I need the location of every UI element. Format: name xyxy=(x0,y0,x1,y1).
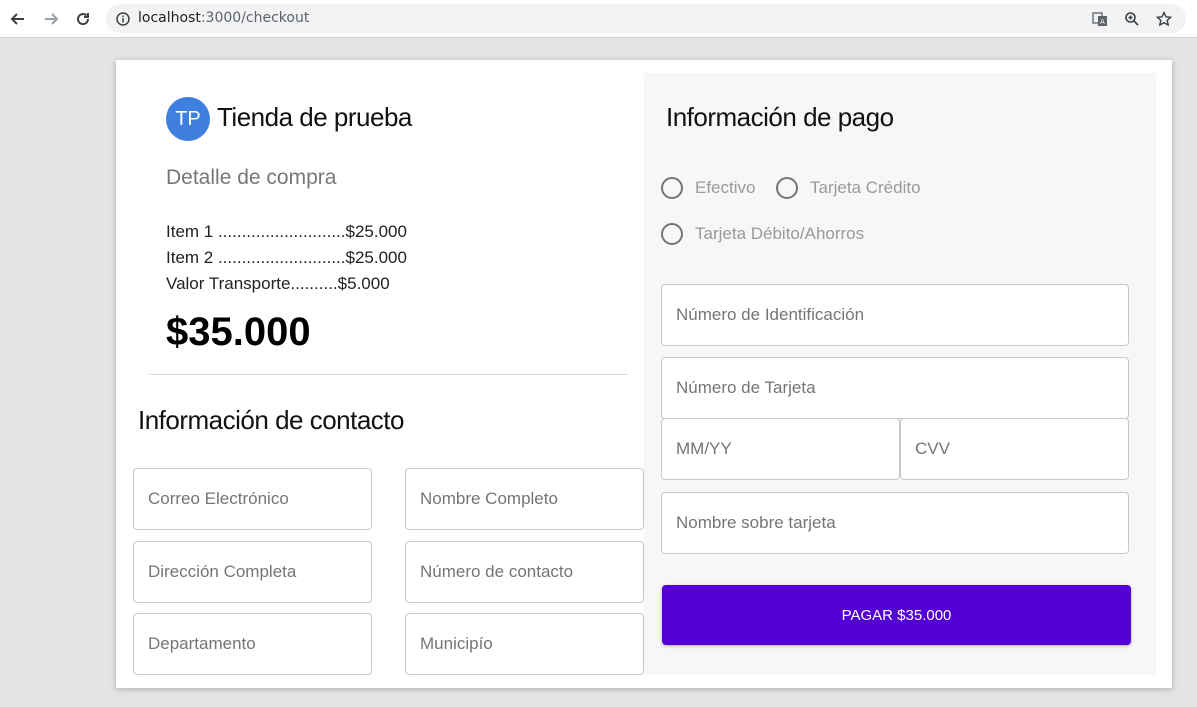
order-item-price: $5.000 xyxy=(337,274,390,293)
back-icon[interactable] xyxy=(8,9,28,29)
payment-method-debit[interactable]: Tarjeta Débito/Ahorros xyxy=(661,223,864,245)
info-icon[interactable] xyxy=(113,9,133,29)
svg-text:A: A xyxy=(1100,18,1105,26)
full-name-input[interactable] xyxy=(406,469,643,529)
url-path: :3000/checkout xyxy=(200,10,310,26)
payment-method-credit[interactable]: Tarjeta Crédito xyxy=(776,177,921,199)
department-field[interactable] xyxy=(133,613,372,675)
order-item-1: Item 1 ...........................$25.00… xyxy=(166,219,407,245)
card-number-input[interactable] xyxy=(662,358,1128,418)
store-name: Tienda de prueba xyxy=(217,102,412,132)
forward-icon[interactable] xyxy=(41,9,61,29)
radio-label: Tarjeta Débito/Ahorros xyxy=(695,224,865,243)
address-input[interactable] xyxy=(134,542,371,602)
radio-circle[interactable] xyxy=(776,177,798,199)
divider xyxy=(149,374,628,375)
id-number-input[interactable] xyxy=(662,285,1128,345)
order-item-2: Item 2 ...........................$25.00… xyxy=(166,245,407,271)
order-items: Item 1 ...........................$25.00… xyxy=(166,219,407,297)
browser-toolbar: localhost:3000/checkout A xyxy=(0,0,1197,38)
payment-method-cash[interactable]: Efectivo xyxy=(661,177,755,199)
expiry-field[interactable] xyxy=(661,418,900,480)
radio-circle[interactable] xyxy=(661,223,683,245)
card-name-field[interactable] xyxy=(661,492,1129,554)
pay-button[interactable]: PAGAR $35.000 xyxy=(662,585,1131,645)
municipality-input[interactable] xyxy=(406,614,643,674)
checkout-card: TP Tienda de prueba Detalle de compra It… xyxy=(116,60,1172,688)
order-item-price: $25.000 xyxy=(345,248,407,267)
bookmark-star-icon[interactable] xyxy=(1154,9,1174,29)
department-input[interactable] xyxy=(134,614,371,674)
order-detail-title: Detalle de compra xyxy=(166,166,337,189)
payment-section-title: Información de pago xyxy=(666,102,894,132)
reload-icon[interactable] xyxy=(73,9,93,29)
email-field[interactable] xyxy=(133,468,372,530)
avatar: TP xyxy=(166,97,210,141)
url-host: localhost xyxy=(138,10,201,26)
card-name-input[interactable] xyxy=(662,493,1128,553)
municipality-field[interactable] xyxy=(405,613,644,675)
expiry-input[interactable] xyxy=(662,419,899,479)
address-bar[interactable]: localhost:3000/checkout A xyxy=(106,4,1186,33)
radio-label: Efectivo xyxy=(695,178,756,197)
zoom-icon[interactable] xyxy=(1122,9,1142,29)
order-total: $35.000 xyxy=(166,310,311,354)
cvv-input[interactable] xyxy=(901,419,1128,479)
order-item-label: Item 1 ........................... xyxy=(166,222,346,241)
email-input[interactable] xyxy=(134,469,371,529)
order-item-label: Item 2 ........................... xyxy=(166,248,346,267)
order-item-label: Valor Transporte.......... xyxy=(166,274,338,293)
card-number-field[interactable] xyxy=(661,357,1129,419)
address-field[interactable] xyxy=(133,541,372,603)
phone-input[interactable] xyxy=(406,542,643,602)
order-item-shipping: Valor Transporte..........$5.000 xyxy=(166,271,407,297)
radio-circle[interactable] xyxy=(661,177,683,199)
translate-icon[interactable]: A xyxy=(1090,9,1110,29)
phone-field[interactable] xyxy=(405,541,644,603)
order-item-price: $25.000 xyxy=(345,222,407,241)
full-name-field[interactable] xyxy=(405,468,644,530)
radio-label: Tarjeta Crédito xyxy=(810,178,921,197)
id-number-field[interactable] xyxy=(661,284,1129,346)
url-text[interactable]: localhost:3000/checkout xyxy=(138,10,309,26)
cvv-field[interactable] xyxy=(900,418,1129,480)
contact-section-title: Información de contacto xyxy=(138,405,405,435)
